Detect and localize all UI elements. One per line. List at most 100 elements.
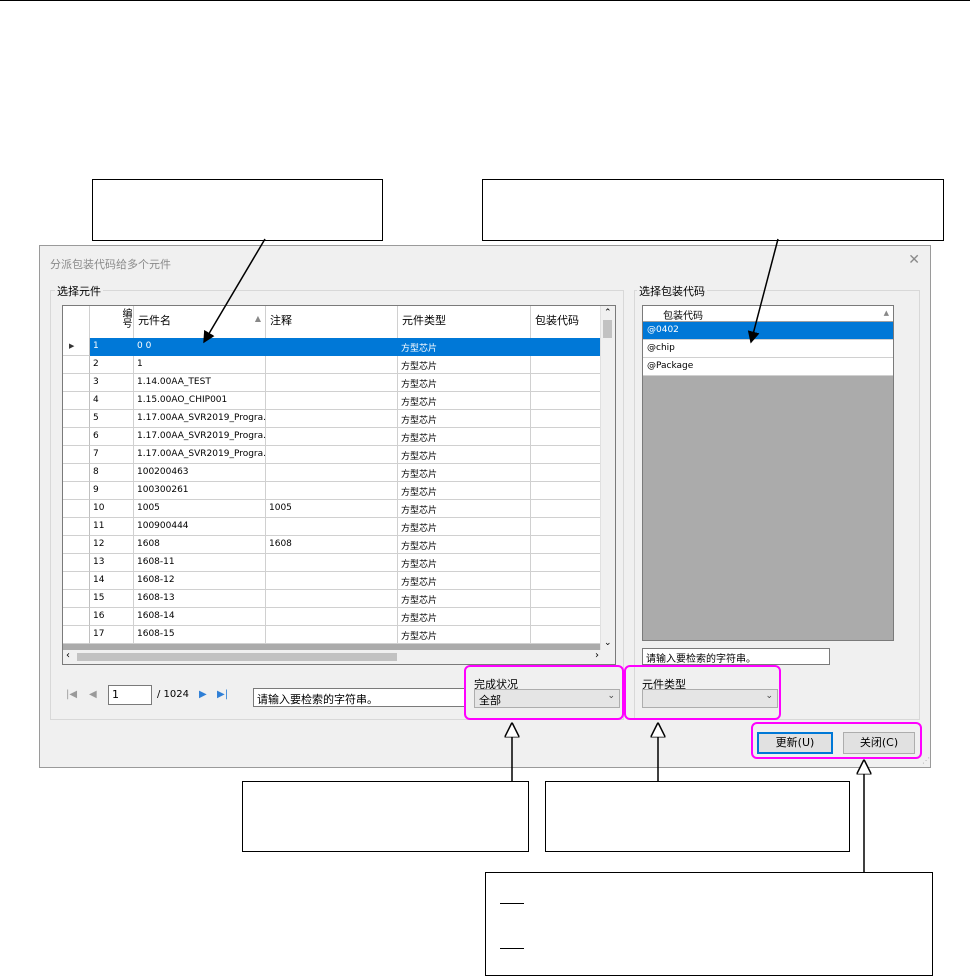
cell-note[interactable]: [266, 374, 398, 392]
table-row[interactable]: 7 1.17.00AA_SVR2019_Progra... 方型芯片: [63, 446, 603, 464]
cell-package-code[interactable]: [531, 626, 603, 644]
cell-part-name[interactable]: 1: [134, 356, 266, 374]
page-number-input[interactable]: 1: [108, 685, 152, 705]
cell-note[interactable]: [266, 356, 398, 374]
cell-part-type[interactable]: 方型芯片: [398, 374, 531, 392]
cell-number[interactable]: 11: [90, 518, 134, 536]
cell-part-name[interactable]: 1608-13: [134, 590, 266, 608]
first-page-icon[interactable]: |◀: [66, 689, 77, 700]
cell-part-name[interactable]: 1.17.00AA_SVR2019_Progra...: [134, 410, 266, 428]
table-row[interactable]: 17 1608-15 方型芯片: [63, 626, 603, 644]
cell-number[interactable]: 10: [90, 500, 134, 518]
cell-note[interactable]: [266, 572, 398, 590]
cell-part-type[interactable]: 方型芯片: [398, 536, 531, 554]
table-row[interactable]: 14 1608-12 方型芯片: [63, 572, 603, 590]
cell-part-name[interactable]: 100900444: [134, 518, 266, 536]
table-row[interactable]: 8 100200463 方型芯片: [63, 464, 603, 482]
cell-part-type[interactable]: 方型芯片: [398, 626, 531, 644]
cell-package-code[interactable]: [531, 608, 603, 626]
column-header-type[interactable]: 元件类型: [398, 306, 531, 338]
row-header[interactable]: [63, 572, 90, 590]
cell-number[interactable]: 6: [90, 428, 134, 446]
column-header-number[interactable]: 编号: [90, 306, 134, 338]
cell-part-name[interactable]: 1.15.00AO_CHIP001: [134, 392, 266, 410]
row-header[interactable]: [63, 410, 90, 428]
cell-note[interactable]: [266, 338, 398, 356]
row-header[interactable]: [63, 446, 90, 464]
cell-part-type[interactable]: 方型芯片: [398, 446, 531, 464]
cell-part-type[interactable]: 方型芯片: [398, 338, 531, 356]
scroll-left-icon[interactable]: ‹: [66, 650, 70, 661]
cell-package-code[interactable]: [531, 500, 603, 518]
cell-part-name[interactable]: 0 0: [134, 338, 266, 356]
cell-part-name[interactable]: 1.17.00AA_SVR2019_Progra...: [134, 428, 266, 446]
package-list-item[interactable]: @0402: [643, 322, 893, 340]
cell-part-name[interactable]: 1.17.00AA_SVR2019_Progra...: [134, 446, 266, 464]
horizontal-scroll-thumb[interactable]: [77, 653, 397, 661]
package-code-list[interactable]: 包装代码 ▲ @0402 @chip @Package: [642, 305, 894, 641]
close-icon[interactable]: ✕: [908, 252, 920, 268]
grid-vertical-scrollbar[interactable]: ⌃ ⌄: [600, 306, 615, 650]
row-header[interactable]: [63, 464, 90, 482]
cell-part-name[interactable]: 1608-12: [134, 572, 266, 590]
table-row[interactable]: 3 1.14.00AA_TEST 方型芯片: [63, 374, 603, 392]
cell-number[interactable]: 8: [90, 464, 134, 482]
last-page-icon[interactable]: ▶|: [217, 689, 228, 700]
scroll-right-icon[interactable]: ›: [595, 650, 599, 661]
column-header-package[interactable]: 包装代码: [531, 306, 603, 338]
row-header[interactable]: [63, 392, 90, 410]
cell-part-name[interactable]: 1005: [134, 500, 266, 518]
cell-part-type[interactable]: 方型芯片: [398, 392, 531, 410]
column-header-note[interactable]: 注释: [266, 306, 398, 338]
cell-package-code[interactable]: [531, 590, 603, 608]
table-row[interactable]: 15 1608-13 方型芯片: [63, 590, 603, 608]
table-row[interactable]: 16 1608-14 方型芯片: [63, 608, 603, 626]
row-header[interactable]: [63, 356, 90, 374]
cell-package-code[interactable]: [531, 464, 603, 482]
cell-part-type[interactable]: 方型芯片: [398, 608, 531, 626]
cell-part-type[interactable]: 方型芯片: [398, 464, 531, 482]
cell-number[interactable]: 16: [90, 608, 134, 626]
cell-part-type[interactable]: 方型芯片: [398, 428, 531, 446]
row-header[interactable]: [63, 428, 90, 446]
cell-note[interactable]: 1608: [266, 536, 398, 554]
cell-part-type[interactable]: 方型芯片: [398, 356, 531, 374]
row-header[interactable]: [63, 590, 90, 608]
cell-note[interactable]: [266, 518, 398, 536]
scroll-thumb[interactable]: [603, 320, 612, 338]
cell-package-code[interactable]: [531, 446, 603, 464]
grid-horizontal-scrollbar[interactable]: ‹ ›: [63, 650, 615, 664]
cell-part-type[interactable]: 方型芯片: [398, 554, 531, 572]
cell-package-code[interactable]: [531, 518, 603, 536]
cell-package-code[interactable]: [531, 374, 603, 392]
cell-note[interactable]: [266, 410, 398, 428]
table-row[interactable]: 11 100900444 方型芯片: [63, 518, 603, 536]
cell-number[interactable]: 17: [90, 626, 134, 644]
cell-number[interactable]: 15: [90, 590, 134, 608]
cell-note[interactable]: [266, 464, 398, 482]
column-header-name[interactable]: 元件名 ▲: [134, 306, 266, 338]
row-header[interactable]: [63, 608, 90, 626]
cell-number[interactable]: 4: [90, 392, 134, 410]
table-row[interactable]: 6 1.17.00AA_SVR2019_Progra... 方型芯片: [63, 428, 603, 446]
row-header[interactable]: [63, 536, 90, 554]
cell-part-type[interactable]: 方型芯片: [398, 500, 531, 518]
cell-part-name[interactable]: 1.14.00AA_TEST: [134, 374, 266, 392]
cell-part-name[interactable]: 1608: [134, 536, 266, 554]
cell-number[interactable]: 12: [90, 536, 134, 554]
cell-package-code[interactable]: [531, 356, 603, 374]
package-search-input[interactable]: 请输入要检索的字符串。: [642, 648, 830, 665]
table-row[interactable]: 4 1.15.00AO_CHIP001 方型芯片: [63, 392, 603, 410]
package-list-item[interactable]: @Package: [643, 358, 893, 376]
cell-note[interactable]: [266, 608, 398, 626]
table-row[interactable]: 12 1608 1608 方型芯片: [63, 536, 603, 554]
prev-page-icon[interactable]: ◀: [89, 689, 97, 700]
cell-part-type[interactable]: 方型芯片: [398, 572, 531, 590]
table-row[interactable]: ▶ 1 0 0 方型芯片: [63, 338, 603, 356]
cell-package-code[interactable]: [531, 428, 603, 446]
cell-note[interactable]: 1005: [266, 500, 398, 518]
cell-note[interactable]: [266, 626, 398, 644]
scroll-down-icon[interactable]: ⌄: [604, 638, 612, 648]
cell-part-type[interactable]: 方型芯片: [398, 590, 531, 608]
resize-grip-icon[interactable]: ⋰: [922, 756, 930, 765]
